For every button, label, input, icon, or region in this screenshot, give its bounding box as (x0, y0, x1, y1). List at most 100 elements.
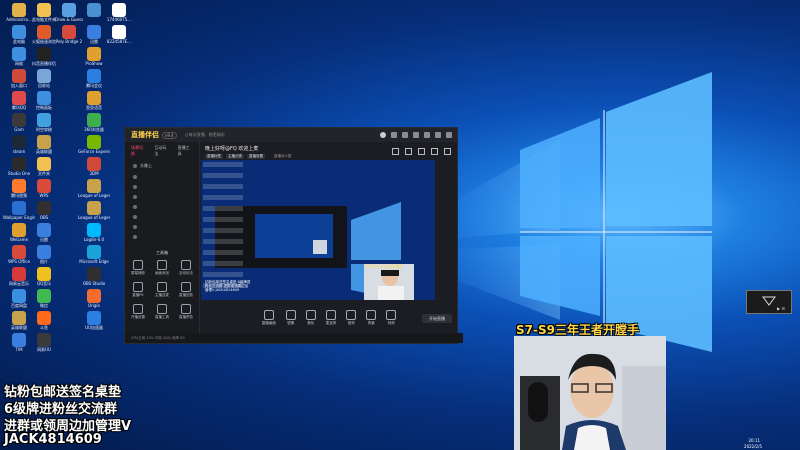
tray-time[interactable]: 20:11 (748, 438, 760, 443)
tray-date[interactable]: 2022/2/5 (744, 444, 762, 449)
desktop-icon-label: Microsoft Edge (79, 259, 109, 264)
tool-replay[interactable]: 直播回放 (177, 282, 195, 298)
app-icon (37, 91, 51, 105)
bottom-button[interactable]: 直播画面 (262, 310, 276, 326)
app-icon (87, 201, 101, 215)
eye-icon (133, 195, 137, 199)
co-host-icon (157, 282, 167, 292)
eye-icon (133, 205, 137, 209)
scene-item[interactable] (125, 192, 199, 202)
eye-icon (133, 185, 137, 189)
version-badge: v9.4 (162, 131, 177, 139)
close-icon[interactable] (446, 132, 452, 138)
system-tray: 20:11 2022/2/5 (665, 434, 800, 450)
stream-tag[interactable]: 直播设置 (247, 154, 265, 159)
tool-live-tools[interactable]: 直播工具 (153, 304, 171, 320)
app-icon (12, 223, 26, 237)
live-preview[interactable]: S7-S9三年王者开膛手 钻粉包邮送签名桌垫 6级牌进粉丝交流群 进群或领周边加… (201, 160, 435, 300)
app-icon (12, 311, 26, 325)
app-icon (87, 267, 101, 281)
shop-icon[interactable] (418, 148, 425, 155)
app-icon (37, 333, 51, 347)
tool-interactive[interactable]: 互动玩法 (177, 260, 195, 276)
fans-icon[interactable] (405, 148, 412, 155)
scene-item[interactable] (125, 172, 199, 182)
desktop-icon-label: 歪歪语音 (86, 105, 102, 110)
screen-icon (263, 310, 274, 320)
more-icon[interactable] (444, 148, 451, 155)
tab-scenes[interactable]: 场景切换 (131, 145, 146, 157)
stream-tag[interactable]: 主播分类 (226, 154, 244, 159)
desktop-icon-label: 微信 (40, 303, 48, 308)
share-icon[interactable] (431, 148, 438, 155)
settings-icon[interactable] (413, 132, 419, 138)
tool-screen-capture[interactable]: 屏幕捕获 (129, 260, 147, 276)
bottom-button[interactable]: 美化 (305, 310, 316, 326)
tool-add-source[interactable]: 画面添加 (153, 260, 171, 276)
desktop-icon[interactable]: UU加速器 (78, 311, 110, 341)
bottom-button[interactable]: 特效 (386, 310, 397, 326)
app-icon (87, 135, 101, 149)
tab-interactive[interactable]: 互动玩法 (154, 145, 169, 157)
app-icon (12, 267, 26, 281)
bottom-button[interactable]: 镜像 (285, 310, 296, 326)
desktop-icon-label: 斗鱼 (40, 325, 48, 330)
scene-item[interactable]: 头像上 (125, 160, 199, 172)
bottom-button[interactable]: 麦克风 (326, 310, 336, 326)
tab-tools[interactable]: 直播工具 (178, 145, 193, 157)
app-icon (12, 179, 26, 193)
desktop-widget[interactable]: ▶ ☰ (746, 290, 792, 314)
gift-icon[interactable] (392, 148, 399, 155)
stream-title[interactable]: 晚上好呀@FQ 欢迎上麦 (205, 145, 258, 152)
desktop-icon-label: 时空穿梭 (36, 127, 52, 132)
skin-icon[interactable] (402, 132, 408, 138)
app-logo: 直播伴侣 (131, 131, 159, 139)
maximize-icon[interactable] (435, 132, 441, 138)
message-icon[interactable] (391, 132, 397, 138)
app-icon (62, 25, 76, 39)
scene-item[interactable] (125, 232, 199, 242)
mirror-icon (285, 310, 296, 320)
bottom-button[interactable]: 音效 (346, 310, 357, 326)
status-bar: CPU占用 12% 内存 40% 帧率 60 (125, 333, 463, 343)
scene-item[interactable] (125, 222, 199, 232)
background-icon (366, 310, 377, 320)
app-icon (87, 289, 101, 303)
replay-icon (181, 282, 191, 292)
app-icon (87, 157, 101, 171)
sidebar-tabs: 场景切换 互动玩法 直播工具 (125, 142, 199, 160)
tool-live-settings[interactable]: 开播设置 (129, 304, 147, 320)
app-icon (87, 245, 101, 259)
avatar[interactable] (380, 132, 386, 138)
start-live-button[interactable]: 开始直播 (422, 314, 452, 323)
scene-item[interactable] (125, 212, 199, 222)
desktop-icon-label: QQ音乐 (36, 281, 52, 286)
scene-item[interactable] (125, 202, 199, 212)
app-titlebar[interactable]: 直播伴侣 v9.4 让每次直播，都更精彩 (125, 128, 457, 142)
tool-co-host[interactable]: 主播连麦 (153, 282, 171, 298)
desktop-icon[interactable]: 网易UU (28, 333, 60, 363)
app-icon (37, 25, 51, 39)
desktop-icons: Administra... 此电脑文件夹 Draw & Guess 17446075.… (0, 0, 131, 400)
app-icon (37, 267, 51, 281)
app-icon (37, 69, 51, 83)
stream-tag[interactable]: 直播标签 (205, 154, 223, 159)
app-icon (12, 25, 26, 39)
preview-mini-text: 钻粉包邮送签名桌垫 6级牌进粉丝交流群 进群或领周边加管理V JACK48146… (205, 280, 251, 292)
app-icon (87, 223, 101, 237)
bottom-button[interactable]: 背景 (366, 310, 377, 326)
tool-pk[interactable]: 直播PK (129, 282, 147, 298)
eye-icon (133, 215, 137, 219)
desktop-icon-label: 8224587E... (106, 39, 132, 44)
desktop-icon-label: League of Legends (78, 193, 110, 198)
desktop-icon-label: WPS (39, 193, 49, 198)
app-icon (87, 311, 101, 325)
preview-icon (181, 304, 191, 314)
eye-icon (133, 175, 137, 179)
section-title: 工具箱 (156, 250, 168, 255)
app-icon (62, 3, 76, 17)
tool-preview[interactable]: 直播预告 (177, 304, 195, 320)
minimize-icon[interactable] (424, 132, 430, 138)
scene-item[interactable] (125, 182, 199, 192)
tool-row-2: 直播PK 主播连麦 直播回放 (129, 282, 195, 298)
